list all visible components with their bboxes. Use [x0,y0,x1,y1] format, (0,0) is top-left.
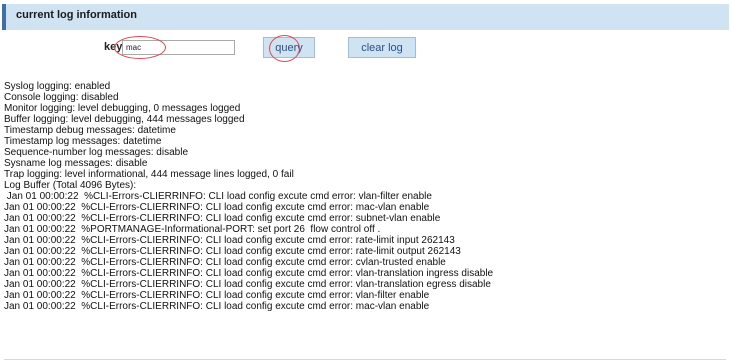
log-line: Jan 01 00:00:22 %PORTMANAGE-Informationa… [4,224,381,235]
log-line: Console logging: disabled [4,92,119,103]
log-line: Jan 01 00:00:22 %CLI-Errors-CLIERRINFO: … [4,235,455,246]
log-line: Sequence-number log messages: disable [4,147,188,158]
log-line: Jan 01 00:00:22 %CLI-Errors-CLIERRINFO: … [4,246,461,257]
key-input[interactable] [122,40,235,55]
log-line: Jan 01 00:00:22 %CLI-Errors-CLIERRINFO: … [4,202,430,213]
log-line: Jan 01 00:00:22 %CLI-Errors-CLIERRINFO: … [4,301,430,312]
key-label: key [104,41,123,53]
section-header: current log information [2,4,729,30]
log-line: Log Buffer (Total 4096 Bytes): [4,180,137,191]
clear-log-button[interactable]: clear log [348,37,416,58]
log-line: Jan 01 00:00:22 %CLI-Errors-CLIERRINFO: … [4,290,430,301]
log-line: Jan 01 00:00:22 %CLI-Errors-CLIERRINFO: … [4,279,491,290]
log-line: Jan 01 00:00:22 %CLI-Errors-CLIERRINFO: … [4,191,432,202]
log-line: Jan 01 00:00:22 %CLI-Errors-CLIERRINFO: … [4,268,494,279]
log-line: Jan 01 00:00:22 %CLI-Errors-CLIERRINFO: … [4,257,446,268]
log-line: Monitor logging: level debugging, 0 mess… [4,103,241,114]
query-button[interactable]: query [263,37,315,58]
log-line: Buffer logging: level debugging, 444 mes… [4,114,245,125]
log-line: Jan 01 00:00:22 %CLI-Errors-CLIERRINFO: … [4,213,441,224]
log-line: Timestamp debug messages: datetime [4,125,176,136]
log-line: Timestamp log messages: datetime [4,136,162,147]
log-line: Sysname log messages: disable [4,158,148,169]
section-title: current log information [16,9,137,21]
log-line: Syslog logging: enabled [4,81,111,92]
log-line: Trap logging: level informational, 444 m… [4,169,294,180]
log-output: Syslog logging: enabled Console logging:… [4,81,726,360]
